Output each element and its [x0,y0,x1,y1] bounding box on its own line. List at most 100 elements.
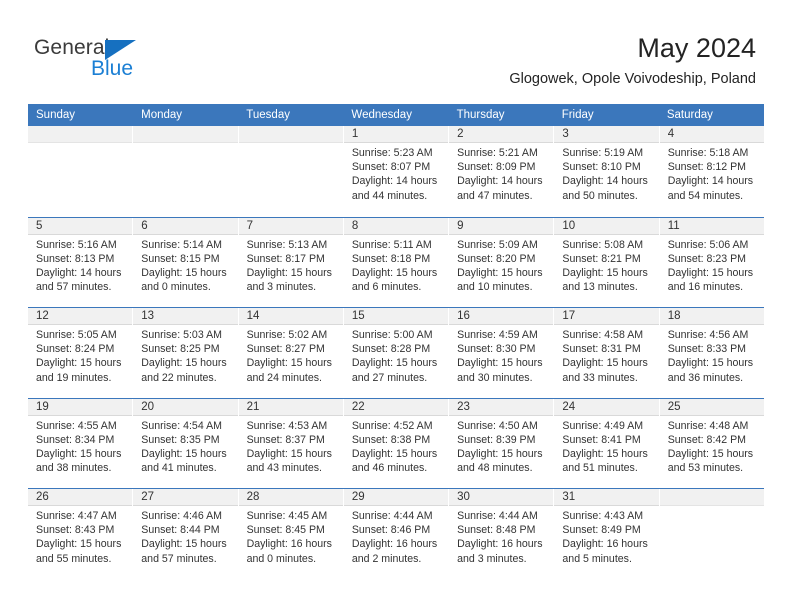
general-blue-logo[interactable]: General Blue [34,36,214,86]
calendar-day-cell[interactable]: 13 Sunrise: 5:03 AM Sunset: 8:25 PM Dayligh… [133,308,239,398]
calendar-day-cell[interactable]: 20 Sunrise: 4:54 AM Sunset: 8:35 PM Dayligh… [133,398,239,488]
calendar-day-cell[interactable]: 5 Sunrise: 5:16 AM Sunset: 8:13 PM Daylight… [28,217,134,307]
sunrise-text: Sunrise: 5:02 AM [246,329,328,341]
calendar-day-cell-empty [238,126,344,217]
calendar-day-cell[interactable]: 2 Sunrise: 5:21 AM Sunset: 8:09 PM Daylight… [449,126,555,217]
sunset-text: Sunset: 8:49 PM [562,524,641,537]
day-details: Sunrise: 4:46 AM Sunset: 8:44 PM Daylight:… [133,506,237,566]
daylight-text-line2: and 2 minutes. [351,552,422,565]
calendar-day-cell[interactable]: 15 Sunrise: 5:00 AM Sunset: 8:28 PM Dayligh… [343,308,450,398]
calendar-day-cell[interactable]: 23 Sunrise: 4:50 AM Sunset: 8:39 PM Dayligh… [449,398,555,488]
day-details: Sunrise: 4:43 AM Sunset: 8:49 PM Daylight:… [554,506,658,566]
calendar-day-cell[interactable]: 10 Sunrise: 5:08 AM Sunset: 8:21 PM Dayligh… [554,217,660,307]
calendar-day-cell[interactable]: 28 Sunrise: 4:45 AM Sunset: 8:45 PM Dayligh… [238,489,344,579]
weekday-thursday: Thursday [456,109,505,121]
day-number-strip: 17 [554,308,659,325]
calendar-day-cell[interactable]: 21 Sunrise: 4:53 AM Sunset: 8:37 PM Dayligh… [238,398,344,488]
calendar-day-cell[interactable]: 18 Sunrise: 4:56 AM Sunset: 8:33 PM Dayligh… [659,308,764,398]
calendar-day-cell[interactable]: 12 Sunrise: 5:05 AM Sunset: 8:24 PM Dayligh… [28,308,134,398]
daylight-text-line2: and 57 minutes. [141,552,217,565]
day-details: Sunrise: 4:44 AM Sunset: 8:46 PM Daylight:… [344,506,448,566]
calendar-day-cell[interactable]: 16 Sunrise: 4:59 AM Sunset: 8:30 PM Dayligh… [449,308,555,398]
day-number: 3 [562,128,569,140]
sunrise-text: Sunrise: 4:58 AM [562,329,644,341]
sunrise-text: Sunrise: 4:48 AM [667,419,749,432]
day-number: 6 [141,219,148,232]
daylight-text-line2: and 38 minutes. [36,462,112,475]
sunrise-text: Sunrise: 5:18 AM [667,147,749,159]
sunrise-text: Sunrise: 4:46 AM [141,510,222,522]
calendar-day-cell[interactable]: 29 Sunrise: 4:44 AM Sunset: 8:46 PM Dayligh… [343,489,450,579]
sunset-text: Sunset: 8:10 PM [562,161,641,174]
sunset-text: Sunset: 8:07 PM [351,161,431,174]
sunset-text: Sunset: 8:18 PM [351,252,431,265]
daylight-text-line2: and 33 minutes. [562,371,638,384]
sunrise-text: Sunrise: 4:50 AM [457,419,538,432]
daylight-text-line2: and 19 minutes. [36,371,112,384]
day-number-strip: 15 [343,308,449,325]
daylight-text-line1: Daylight: 15 hours [667,266,754,279]
sunset-text: Sunset: 8:31 PM [562,343,641,356]
day-number: 29 [351,491,365,503]
calendar-day-cell[interactable]: 25 Sunrise: 4:48 AM Sunset: 8:42 PM Dayligh… [659,398,764,489]
sunrise-text: Sunrise: 5:08 AM [562,238,644,251]
calendar-day-cell[interactable]: 19 Sunrise: 4:55 AM Sunset: 8:34 PM Dayligh… [28,398,134,488]
daylight-text-line1: Daylight: 15 hours [667,357,754,370]
calendar-day-cell[interactable]: 22 Sunrise: 4:52 AM Sunset: 8:38 PM Dayligh… [343,398,450,488]
sunset-text: Sunset: 8:48 PM [457,524,536,537]
calendar-day-cell[interactable]: 11 Sunrise: 5:06 AM Sunset: 8:23 PM Dayligh… [659,217,764,308]
calendar-day-cell[interactable]: 6 Sunrise: 5:14 AM Sunset: 8:15 PM Daylight… [133,217,239,307]
day-number-strip: 2 [449,126,554,143]
day-number-strip: 22 [343,398,449,416]
day-number-strip: 29 [343,489,449,506]
day-details: Sunrise: 4:59 AM Sunset: 8:30 PM Daylight:… [449,325,553,385]
sunrise-text: Sunrise: 4:44 AM [351,510,433,522]
day-number-strip: 20 [133,398,238,416]
day-number: 13 [141,310,155,322]
day-number: 12 [36,310,49,322]
daylight-text-line1: Daylight: 15 hours [141,447,227,460]
day-details: Sunrise: 5:09 AM Sunset: 8:20 PM Daylight:… [449,235,553,295]
daylight-text-line1: Daylight: 15 hours [351,447,438,460]
daylight-text-line2: and 13 minutes. [562,281,638,294]
calendar-day-cell[interactable]: 24 Sunrise: 4:49 AM Sunset: 8:41 PM Dayligh… [554,398,660,488]
day-details: Sunrise: 5:14 AM Sunset: 8:15 PM Daylight:… [133,235,237,295]
calendar-day-cell[interactable]: 14 Sunrise: 5:02 AM Sunset: 8:27 PM Dayligh… [238,308,344,398]
day-number: 22 [351,400,365,413]
calendar-day-cell[interactable]: 1 Sunrise: 5:23 AM Sunset: 8:07 PM Daylight… [343,126,450,217]
day-number: 26 [36,491,49,503]
calendar-day-cell[interactable]: 3 Sunrise: 5:19 AM Sunset: 8:10 PM Daylight… [554,126,660,217]
calendar-day-cell[interactable]: 27 Sunrise: 4:46 AM Sunset: 8:44 PM Dayligh… [133,489,239,579]
day-number-strip: 25 [659,398,764,416]
calendar-day-cell[interactable]: 30 Sunrise: 4:44 AM Sunset: 8:48 PM Dayligh… [449,489,555,579]
calendar-day-cell[interactable]: 26 Sunrise: 4:47 AM Sunset: 8:43 PM Dayligh… [28,489,134,579]
daylight-text-line1: Daylight: 14 hours [457,175,543,188]
day-number-strip: 30 [449,489,554,506]
day-number-strip: 19 [28,398,133,416]
daylight-text-line1: Daylight: 15 hours [562,266,648,279]
calendar-weeks: 1 Sunrise: 5:23 AM Sunset: 8:07 PM Daylight… [28,126,764,579]
calendar-day-cell-empty [133,126,239,217]
day-number: 16 [457,310,470,322]
day-details: Sunrise: 5:13 AM Sunset: 8:17 PM Daylight:… [239,235,343,295]
calendar-day-cell[interactable]: 8 Sunrise: 5:11 AM Sunset: 8:18 PM Daylight… [343,217,450,307]
calendar-day-cell[interactable]: 7 Sunrise: 5:13 AM Sunset: 8:17 PM Daylight… [238,217,344,307]
calendar-day-cell[interactable]: 9 Sunrise: 5:09 AM Sunset: 8:20 PM Daylight… [449,217,555,307]
daylight-text-line1: Daylight: 14 hours [562,175,648,188]
day-number-strip: 21 [238,398,343,416]
day-number-strip: 11 [659,217,764,235]
sunset-text: Sunset: 8:30 PM [457,343,536,356]
sunset-text: Sunset: 8:13 PM [36,252,115,265]
sunrise-text: Sunrise: 4:44 AM [457,510,538,522]
sunrise-text: Sunrise: 4:59 AM [457,329,538,341]
page-header: General Blue May 2024 Glogowek, Opole Vo… [0,0,792,100]
daylight-text-line1: Daylight: 14 hours [36,266,122,279]
sunrise-text: Sunrise: 5:00 AM [351,329,433,341]
weekday-monday: Monday [141,109,183,121]
calendar-day-cell[interactable]: 17 Sunrise: 4:58 AM Sunset: 8:31 PM Dayligh… [554,308,660,398]
day-number-strip: 4 [659,126,764,143]
calendar-day-cell[interactable]: 4 Sunrise: 5:18 AM Sunset: 8:12 PM Daylight… [659,126,764,217]
daylight-text-line1: Daylight: 15 hours [141,538,227,551]
sunset-text: Sunset: 8:41 PM [562,433,641,446]
calendar-day-cell[interactable]: 31 Sunrise: 4:43 AM Sunset: 8:49 PM Dayligh… [554,489,660,579]
